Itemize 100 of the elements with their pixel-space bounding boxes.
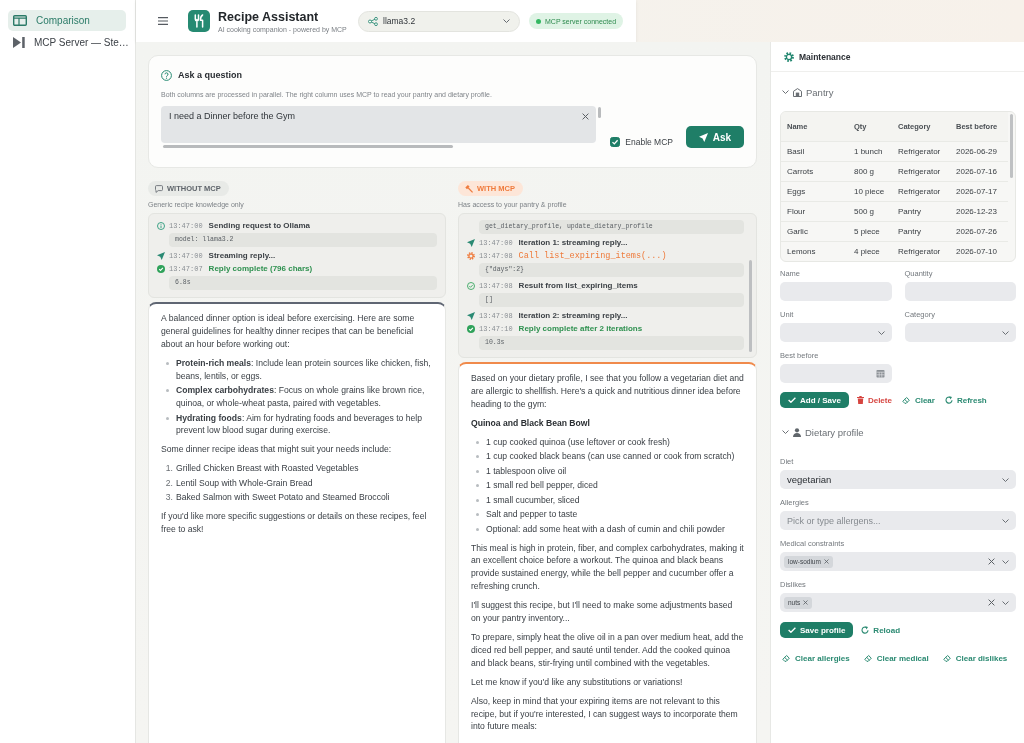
action-button[interactable]: Delete bbox=[854, 392, 894, 408]
table-cell-text: Refrigerator bbox=[898, 167, 942, 176]
response-paragraph: A balanced dinner option is ideal before exercising. Here are some general guidelines for healthy dinner recipes that can be beneficial about an hour before working out: bbox=[161, 312, 416, 351]
list-item: Protein-rich meals: Include lean protein sources like chicken, fish, beans, lentils, or eggs. bbox=[176, 356, 432, 383]
log-message: Reply complete after 2 iterations bbox=[518, 324, 643, 333]
list-item: 1 small cucumber, sliced bbox=[486, 493, 580, 507]
table-cell-text: 2026-07-17 bbox=[956, 187, 998, 196]
sidebar-item[interactable]: Comparison bbox=[8, 10, 126, 31]
log-message: Sending request to Ollama bbox=[208, 221, 310, 230]
bullet-icon bbox=[476, 513, 479, 517]
person-icon bbox=[793, 427, 801, 437]
date-field[interactable] bbox=[780, 364, 892, 383]
scrollbar[interactable] bbox=[598, 107, 601, 118]
list-item: 1 tablespoon olive oil bbox=[486, 464, 567, 478]
scrollbar[interactable] bbox=[1010, 114, 1013, 178]
select-field[interactable] bbox=[780, 323, 892, 342]
table-cell-text: 2026-12-23 bbox=[956, 207, 998, 216]
action-button[interactable]: Reload bbox=[859, 622, 903, 638]
table-cell-text: Refrigerator bbox=[898, 247, 942, 256]
list-item: 1 small red bell pepper, diced bbox=[486, 479, 598, 493]
scrollbar[interactable] bbox=[163, 145, 453, 148]
check-circle-icon bbox=[467, 324, 475, 333]
eraser-icon bbox=[942, 654, 952, 662]
table-cell-text: 1 bunch bbox=[854, 147, 884, 156]
list-number: 1. bbox=[164, 462, 173, 476]
bullet-icon bbox=[476, 484, 479, 488]
question-field[interactable]: I need a Dinner before the Gym bbox=[161, 106, 596, 143]
table-cell-text: 800 g bbox=[854, 167, 876, 176]
table-cell-text: Carrots bbox=[787, 167, 815, 176]
table-cell-text: 10 piece bbox=[854, 187, 886, 196]
chat-icon bbox=[155, 184, 163, 193]
clear-icon[interactable] bbox=[582, 113, 589, 120]
log-message: Call list_expiring_items(...) bbox=[518, 250, 667, 261]
log-message: Streaming reply... bbox=[208, 251, 276, 260]
ask-button[interactable]: Ask bbox=[686, 126, 744, 148]
chevron-down-icon bbox=[1002, 477, 1009, 482]
log-message: Result from list_expiring_items bbox=[518, 281, 638, 290]
action-button[interactable]: Save profile bbox=[780, 622, 854, 638]
list-item: Grilled Chicken Breast with Roasted Vegetables bbox=[176, 462, 359, 476]
clear-link[interactable]: Clear allergies bbox=[780, 650, 852, 666]
check-icon bbox=[788, 627, 796, 633]
remove-icon[interactable] bbox=[823, 559, 829, 564]
list-item: 1 cup cooked quinoa (use leftover or cook fresh) bbox=[486, 435, 670, 449]
send-icon bbox=[157, 251, 165, 260]
scrollbar[interactable] bbox=[749, 260, 752, 352]
bullet-icon bbox=[476, 440, 479, 444]
response-paragraph: Also, keep in mind that your expiring items are not relevant to this recipe, but if you're interested, I can suggest ways to incorporate them into future meals: bbox=[471, 694, 739, 734]
response-paragraph: Some dinner recipe ideas that might suit your needs include: bbox=[161, 443, 393, 457]
list-item: Lentil Soup with Whole-Grain Bread bbox=[176, 476, 313, 490]
send-icon bbox=[467, 311, 475, 320]
select-field[interactable] bbox=[904, 323, 1016, 342]
table-cell-text: Lemons bbox=[787, 247, 817, 256]
table-cell-text: 4 piece bbox=[854, 247, 881, 256]
menu-icon[interactable] bbox=[158, 17, 168, 25]
trash-icon bbox=[856, 396, 864, 404]
action-button[interactable]: Add / Save bbox=[780, 392, 849, 408]
calendar-icon bbox=[875, 369, 885, 378]
action-button[interactable]: Clear bbox=[899, 392, 937, 408]
recipe-heading: Quinoa and Black Bean Bowl bbox=[471, 416, 591, 430]
sidebar-item[interactable]: MCP Server — Ste… bbox=[8, 32, 126, 53]
clear-icon[interactable] bbox=[988, 558, 995, 565]
log-message: Iteration 1: streaming reply... bbox=[518, 238, 628, 247]
response-paragraph: Let me know if you'd like any substitutions or variations! bbox=[471, 675, 684, 689]
table-cell-text: Pantry bbox=[898, 227, 923, 236]
chevron-down-icon bbox=[1002, 559, 1009, 564]
table-cell-text: Garlic bbox=[787, 227, 809, 236]
section-toggle[interactable]: Dietary profile bbox=[780, 426, 864, 438]
multi-select-field[interactable]: Pick or type allergens... bbox=[780, 511, 1016, 530]
table-cell-text: Eggs bbox=[787, 187, 807, 196]
table-cell-text: Pantry bbox=[898, 207, 923, 216]
list-number: 2. bbox=[164, 476, 173, 490]
action-button[interactable]: Refresh bbox=[942, 392, 989, 408]
checkbox-label[interactable]: Enable MCP bbox=[625, 137, 673, 147]
eraser-icon bbox=[863, 654, 873, 662]
table-cell-text: 2026-07-16 bbox=[956, 167, 998, 176]
check-circle-icon bbox=[467, 281, 475, 290]
chevron-down-icon bbox=[1002, 330, 1009, 335]
remove-icon[interactable] bbox=[803, 600, 809, 605]
checkbox[interactable] bbox=[610, 137, 621, 147]
bullet-icon bbox=[476, 455, 479, 459]
list-item: Complex carbohydrates: Focus on whole grains like brown rice, quinoa, or whole-wheat pasta, paired with vegetables. bbox=[176, 384, 426, 410]
model-select[interactable]: llama3.2 bbox=[358, 10, 520, 32]
app-title: Recipe Assistant bbox=[218, 9, 320, 24]
list-item: Baked Salmon with Sweet Potato and Steamed Broccoli bbox=[176, 491, 390, 505]
clear-link[interactable]: Clear dislikes bbox=[940, 650, 1010, 666]
table-cell-text: 500 g bbox=[854, 207, 876, 216]
table-cell-text: Flour bbox=[787, 207, 807, 216]
check-icon bbox=[788, 397, 796, 403]
help-icon bbox=[161, 69, 172, 81]
list-item: Optional: add some heat with a dash of cumin and chili powder bbox=[486, 522, 725, 536]
select-field[interactable]: vegetarian bbox=[780, 470, 1016, 489]
response-paragraph: To prepare, simply heat the olive oil in a pan over medium heat, add the diced red bell pepper, and sauté until tender. Add the cooked quinoa and black beans, stir-frying until combined with the vegetables. bbox=[471, 630, 744, 670]
clear-icon[interactable] bbox=[988, 599, 995, 606]
columns-icon bbox=[13, 15, 27, 26]
section-toggle[interactable]: Pantry bbox=[780, 86, 834, 98]
bullet-icon bbox=[166, 416, 169, 420]
table-cell-text: 2026-06-29 bbox=[956, 147, 998, 156]
refresh-icon bbox=[861, 626, 870, 634]
list-item: Hydrating foods: Aim for hydrating foods and beverages to help prevent low blood sugar during exercise. bbox=[176, 411, 423, 438]
clear-link[interactable]: Clear medical bbox=[861, 650, 931, 666]
